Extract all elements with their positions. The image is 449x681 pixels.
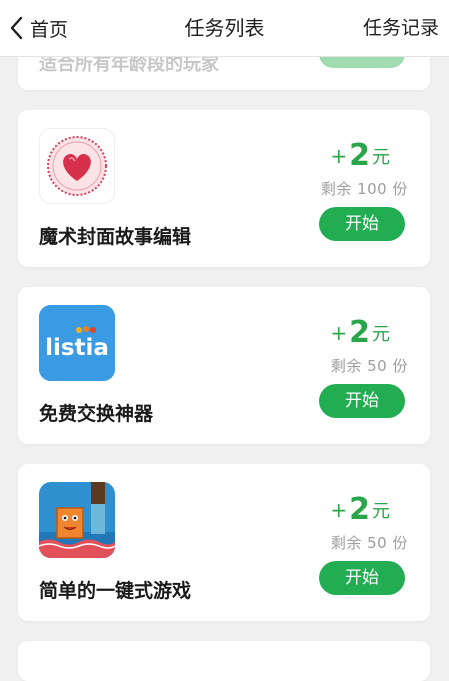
task-name: 魔术封面故事编辑 [39, 226, 192, 248]
task-card-partial-bottom[interactable] [18, 641, 430, 681]
reward-unit: 元 [372, 324, 390, 345]
reward-plus: + [330, 144, 348, 168]
start-button[interactable]: 开始 [319, 384, 405, 418]
reward-value: 2 [349, 138, 370, 173]
reward-amount: +2 元 [330, 138, 390, 173]
remaining-count: 剩余 100 份 [320, 180, 408, 198]
reward-unit: 元 [372, 501, 390, 522]
reward-plus: + [330, 498, 348, 522]
top-nav-bar: 首页 任务列表 任务记录 [0, 0, 449, 56]
task-name: 免费交换神器 [39, 403, 154, 425]
task-card[interactable]: 简单的一键式游戏 +2 元 剩余 50 份 开始 [18, 464, 430, 621]
block-character-game-icon [39, 482, 115, 558]
reward-unit: 元 [372, 147, 390, 168]
reward-amount: +2 元 [330, 315, 390, 350]
remaining-count: 剩余 50 份 [330, 534, 408, 552]
chevron-left-icon [10, 16, 23, 40]
back-button[interactable]: 首页 [10, 14, 68, 42]
task-records-link[interactable]: 任务记录 [363, 14, 439, 42]
reward-plus: + [330, 321, 348, 345]
heart-stamp-icon [39, 128, 115, 204]
task-card[interactable]: listia 免费交换神器 +2 元 剩余 50 份 开始 [18, 287, 430, 444]
reward-value: 2 [349, 315, 370, 350]
reward-value: 2 [349, 492, 370, 527]
task-card[interactable]: 魔术封面故事编辑 +2 元 剩余 100 份 开始 [18, 110, 430, 267]
start-button[interactable]: 开始 [319, 561, 405, 595]
reward-amount: +2 元 [330, 492, 390, 527]
task-name: 简单的一键式游戏 [39, 580, 192, 602]
listia-logo-icon: listia [39, 305, 115, 381]
start-button[interactable]: 开始 [319, 207, 405, 241]
listia-logo-text: listia [45, 335, 109, 361]
back-label: 首页 [30, 18, 69, 41]
remaining-count: 剩余 50 份 [330, 357, 408, 375]
